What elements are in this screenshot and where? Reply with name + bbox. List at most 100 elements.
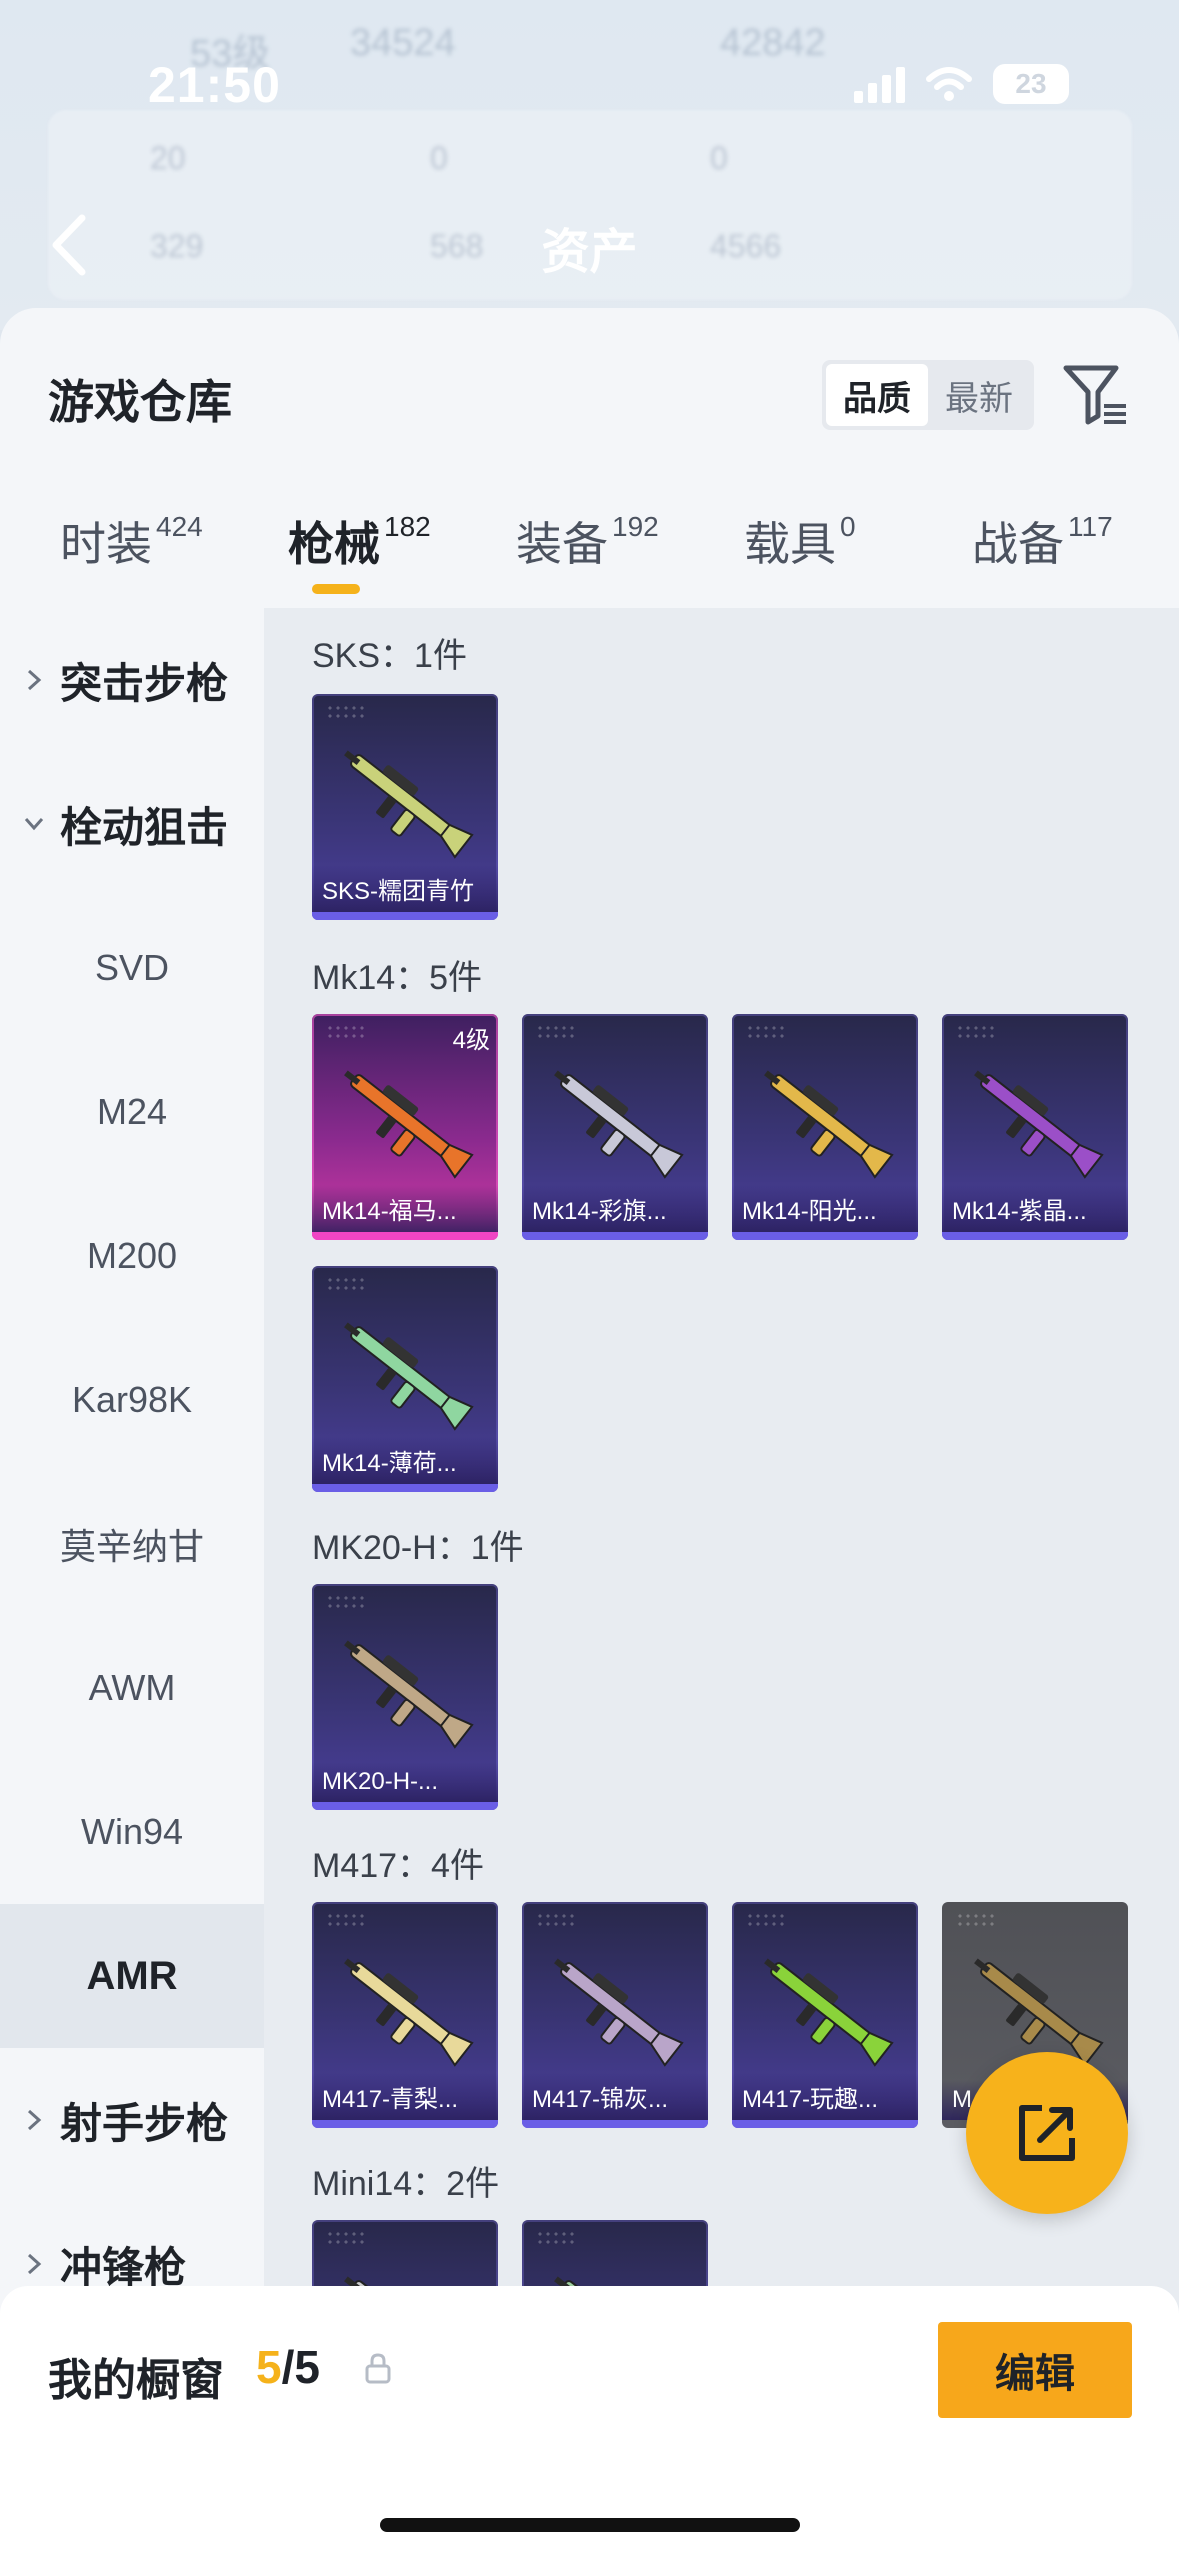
weapon-card[interactable]: SKS-糯团青竹 (312, 694, 498, 920)
sidebar-item-marksman-rifle[interactable]: 射手步枪 (0, 2048, 264, 2192)
sidebar-item-svd[interactable]: SVD (0, 896, 264, 1040)
section-title: Mini14：2件 (312, 2165, 500, 2203)
chevron-right-icon (27, 2253, 42, 2275)
showcase-label: 我的橱窗 (48, 2356, 224, 2405)
card-name: SKS-糯团青竹 (312, 865, 498, 912)
section-title: M417：4件 (312, 1847, 484, 1885)
rarity-bar (312, 1802, 498, 1810)
tab-weapons[interactable]: 枪械 182 (288, 508, 431, 574)
showcase-count: 5/5 (256, 2340, 320, 2394)
sidebar-item-amr[interactable]: AMR (0, 1904, 264, 2048)
share-button[interactable] (966, 2052, 1128, 2214)
card-decoration (326, 1594, 366, 1608)
tab-label: 枪械 (288, 518, 380, 570)
rarity-bar (312, 912, 498, 920)
sort-newest-option[interactable]: 最新 (928, 364, 1030, 426)
rifle-icon (344, 1640, 474, 1749)
tab-count: 0 (840, 511, 856, 542)
rarity-bar (732, 2120, 918, 2128)
card-level-badge: 4级 (452, 1027, 490, 1054)
sidebar-item-kar98k[interactable]: Kar98K (0, 1328, 264, 1472)
card-name: MK20-H-... (312, 1762, 498, 1802)
card-decoration (326, 1024, 366, 1038)
rarity-bar (942, 1232, 1128, 1240)
rifle-icon (554, 1958, 684, 2067)
weapon-card[interactable]: M417-锦灰... (522, 1902, 708, 2128)
sidebar-item-label: 突击步枪 (60, 659, 229, 707)
weapon-list: SKS：1件 SKS-糯团青竹 Mk14：5件 4级 Mk14-福马... Mk1… (264, 608, 1179, 2556)
sidebar-item-win94[interactable]: Win94 (0, 1760, 264, 1904)
sidebar-item-bolt-sniper[interactable]: 栓动狙击 (0, 752, 264, 896)
card-decoration (326, 2230, 366, 2244)
card-name: M417-青梨... (312, 2073, 498, 2120)
card-decoration (326, 1912, 366, 1926)
share-icon (1019, 2105, 1075, 2161)
status-indicators: 23 (854, 64, 1069, 104)
card-decoration (536, 1024, 576, 1038)
weapon-card[interactable]: Mk14-彩旗... (522, 1014, 708, 1240)
sort-quality-option[interactable]: 品质 (826, 364, 928, 426)
weapon-card[interactable]: M417-玩趣... (732, 1902, 918, 2128)
showcase-count-total: /5 (281, 2341, 320, 2393)
rarity-bar (312, 1232, 498, 1240)
weapon-card[interactable]: Mk14-紫晶... (942, 1014, 1128, 1240)
tab-vehicles[interactable]: 载具 0 (744, 508, 856, 574)
edit-button[interactable]: 编辑 (938, 2322, 1132, 2418)
warehouse-sheet: 游戏仓库 品质 最新 时装 424 枪械 182 装备 192 载具 0 战备 117 突… (0, 308, 1179, 2556)
card-decoration (326, 704, 366, 718)
tab-count: 192 (612, 511, 659, 542)
tab-equipment[interactable]: 装备 192 (516, 508, 659, 574)
sidebar-item-m200[interactable]: M200 (0, 1184, 264, 1328)
tab-combat-gear[interactable]: 战备 117 (972, 508, 1113, 574)
rifle-icon (764, 1070, 894, 1179)
rarity-bar (522, 2120, 708, 2128)
ghost-right: 42842 (720, 22, 826, 64)
sidebar-item-m24[interactable]: M24 (0, 1040, 264, 1184)
rifle-icon (344, 1070, 474, 1179)
card-decoration (536, 2230, 576, 2244)
ghost-stat: 0 (430, 140, 448, 176)
showcase-bar: 我的橱窗 5/5 编辑 (0, 2286, 1179, 2556)
rifle-icon (344, 1958, 474, 2067)
card-name: Mk14-紫晶... (942, 1185, 1128, 1232)
tab-label: 载具 (744, 518, 836, 570)
rifle-icon (764, 1958, 894, 2067)
tab-label: 战备 (972, 518, 1064, 570)
rifle-icon (974, 1070, 1104, 1179)
cellular-signal-icon (854, 65, 905, 103)
weapon-card[interactable]: MK20-H-... (312, 1584, 498, 1810)
ghost-points: 34524 (350, 22, 456, 64)
card-name: Mk14-薄荷... (312, 1437, 498, 1484)
tab-label: 时装 (60, 518, 152, 570)
card-decoration (536, 1912, 576, 1926)
rifle-icon (554, 1070, 684, 1179)
sidebar-item-mosin[interactable]: 莫辛纳甘 (0, 1472, 264, 1616)
nav-title: 资产 (541, 226, 638, 279)
rarity-bar (312, 2120, 498, 2128)
weapon-card[interactable]: Mk14-薄荷... (312, 1266, 498, 1492)
sidebar-item-label: 射手步枪 (60, 2099, 229, 2147)
tab-fashion[interactable]: 时装 424 (60, 508, 203, 574)
card-decoration (746, 1024, 786, 1038)
card-decoration (746, 1912, 786, 1926)
sidebar-item-assault-rifle[interactable]: 突击步枪 (0, 608, 264, 752)
tab-label: 装备 (516, 518, 608, 570)
battery-icon: 23 (993, 64, 1069, 104)
sidebar-item-awm[interactable]: AWM (0, 1616, 264, 1760)
section-title: MK20-H：1件 (312, 1529, 524, 1567)
filter-icon[interactable] (1060, 358, 1132, 430)
card-name: Mk14-阳光... (732, 1185, 918, 1232)
weapon-card[interactable]: 4级 Mk14-福马... (312, 1014, 498, 1240)
status-time: 21:50 (148, 57, 281, 113)
rifle-icon (344, 1322, 474, 1431)
weapon-card[interactable]: Mk14-阳光... (732, 1014, 918, 1240)
weapon-card[interactable]: M417-青梨... (312, 1902, 498, 2128)
sort-toggle: 品质 最新 (822, 360, 1034, 430)
category-tabs: 时装 424 枪械 182 装备 192 载具 0 战备 117 (0, 508, 1179, 618)
lock-icon (365, 2353, 391, 2384)
wifi-icon (926, 67, 972, 101)
rifle-icon (344, 750, 474, 859)
card-decoration (956, 1912, 996, 1926)
section-title: SKS：1件 (312, 637, 467, 675)
card-name: M417-锦灰... (522, 2073, 708, 2120)
